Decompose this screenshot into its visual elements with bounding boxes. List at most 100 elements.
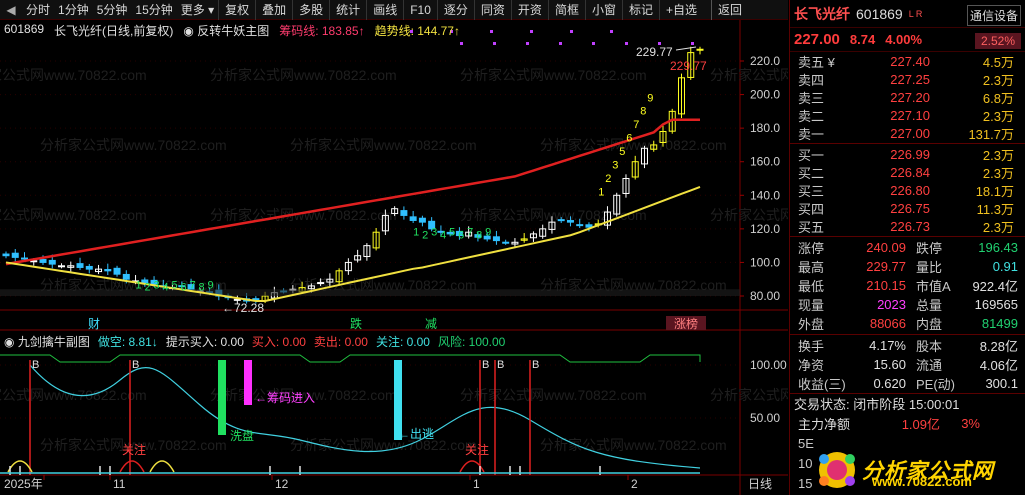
button-tongji[interactable]: 统计 bbox=[329, 0, 366, 20]
ask-label: 卖五 ¥ bbox=[798, 54, 835, 70]
signal-dot bbox=[526, 42, 529, 45]
logo-emblem-icon bbox=[819, 451, 855, 488]
ask-row[interactable]: 卖四 227.25 2.3万 bbox=[790, 70, 1025, 88]
ask-row[interactable]: 卖三 227.20 6.8万 bbox=[790, 88, 1025, 106]
back-arrow-icon[interactable]: ◀ bbox=[0, 3, 22, 17]
button-zhufen[interactable]: 逐分 bbox=[436, 0, 474, 20]
candle-body bbox=[39, 259, 47, 263]
button-add-watch[interactable]: +自选 bbox=[658, 0, 703, 20]
indicator-icon: ◉ bbox=[183, 24, 198, 38]
sub-indicator-label: 九剑擒牛副图 bbox=[17, 335, 90, 349]
signal-dot bbox=[592, 42, 595, 45]
bid-label: 买四 bbox=[798, 201, 825, 217]
stat-value: 0.91 bbox=[992, 259, 1018, 274]
candle-body bbox=[696, 48, 704, 51]
high-annotation: 229.77 bbox=[636, 45, 673, 59]
bid-price: 226.99 bbox=[890, 146, 930, 162]
ask-row[interactable]: 卖五 ¥ 227.40 4.5万 bbox=[790, 52, 1025, 70]
bid-row[interactable]: 买一 226.99 2.3万 bbox=[790, 145, 1025, 163]
candle-body bbox=[21, 257, 29, 260]
button-huaxian[interactable]: 画线 bbox=[366, 0, 403, 20]
stat-row: 最高 229.77 量比 0.91 bbox=[790, 257, 1025, 276]
candle-body bbox=[58, 265, 66, 268]
trade-status: 交易状态: 闭市阶段 15:00:01 bbox=[790, 393, 1025, 413]
marker-zhangbang: 涨榜 bbox=[674, 316, 698, 331]
ask-list: 卖五 ¥227.40 4.5万 卖四 227.25 2.3万 卖三 227.20 6.8万 卖二… bbox=[790, 52, 1025, 142]
bid-row[interactable]: 买三 226.80 18.1万 bbox=[790, 181, 1025, 199]
short-value: 做空: 8.81↓ bbox=[97, 335, 158, 349]
buy-signal-label: B bbox=[32, 359, 39, 371]
tab-fenshi[interactable]: 分时 bbox=[22, 0, 54, 20]
stat-key: 流通 bbox=[916, 358, 943, 373]
tab-5min[interactable]: 5分钟 bbox=[93, 0, 132, 20]
indicator-name[interactable]: ◉ 反转牛妖主图 bbox=[183, 22, 269, 38]
watermark-text: 分析家公式网www.70822.com bbox=[460, 387, 647, 403]
signal-dot bbox=[530, 30, 533, 33]
quote-pct: 4.00% bbox=[885, 32, 923, 47]
bid-row[interactable]: 买二 226.84 2.3万 bbox=[790, 163, 1025, 181]
candle-body bbox=[48, 259, 56, 265]
ask-row[interactable]: 卖二 227.10 2.3万 bbox=[790, 106, 1025, 124]
ask-volume: 2.3万 bbox=[982, 108, 1014, 124]
tab-more[interactable]: 更多 ▾ bbox=[177, 0, 218, 20]
bid-list: 买一 226.99 2.3万 买二 226.84 2.3万 买三 226.80 18.1万 买四 2… bbox=[790, 145, 1025, 235]
sequence-count-label: 6 bbox=[181, 282, 187, 294]
candle-body bbox=[317, 282, 325, 285]
kline-svg[interactable]: 220.0 200.0 180.0 160.0 140.0 120.0 100.0 80.00… bbox=[0, 20, 788, 495]
watermark-text: 分析家公式网www.70822.com bbox=[210, 67, 397, 83]
candle-body bbox=[409, 216, 417, 221]
y-tick-label: 180.0 bbox=[750, 121, 780, 135]
button-fuquan[interactable]: 复权 bbox=[218, 0, 255, 20]
sequence-count-label: 1 bbox=[413, 227, 419, 239]
tab-1min[interactable]: 1分钟 bbox=[54, 0, 93, 20]
kline-chart[interactable]: 220.0 200.0 180.0 160.0 140.0 120.0 100.0 80.00… bbox=[0, 20, 788, 495]
candle-body bbox=[113, 267, 121, 275]
watermark-text: 分析家公式网www.70822.com bbox=[290, 137, 477, 153]
watermark-text: 分析家公式网www.70822.com bbox=[710, 67, 788, 83]
quote-panel: 长飞光纤 601869 L R 通信设备 227.00 8.74 4.00% 2… bbox=[789, 0, 1025, 495]
tab-more-label: 更多 bbox=[180, 2, 205, 17]
y-tick-label: 200.0 bbox=[750, 88, 780, 102]
quote-change: 8.74 bbox=[849, 32, 876, 47]
sequence-count-label: 3 bbox=[431, 227, 437, 239]
stat-key: 现量 bbox=[798, 298, 825, 313]
signal-dot bbox=[625, 42, 628, 45]
button-biaoji[interactable]: 标记 bbox=[621, 0, 659, 20]
y-tick-label: 80.00 bbox=[750, 289, 780, 303]
tab-15min[interactable]: 15分钟 bbox=[131, 0, 176, 20]
button-back[interactable]: 返回 bbox=[711, 0, 748, 20]
ask-volume: 4.5万 bbox=[982, 54, 1014, 70]
bid-row[interactable]: 买五 226.73 2.3万 bbox=[790, 217, 1025, 235]
bid-row[interactable]: 买四 226.75 11.3万 bbox=[790, 199, 1025, 217]
sequence-count-label: 8 bbox=[199, 282, 205, 294]
stats-block-2: 换手 4.17% 股本 8.28亿 净资 15.60 流通 4.06亿 收益(三) 0.620 PE… bbox=[790, 336, 1025, 393]
bid-label: 买三 bbox=[798, 183, 825, 199]
button-diejia[interactable]: 叠加 bbox=[255, 0, 292, 20]
button-duogu[interactable]: 多股 bbox=[292, 0, 329, 20]
fund-value: 1.09亿 bbox=[901, 416, 940, 432]
sub-indicator-name[interactable]: ◉ 九剑擒牛副图 bbox=[4, 333, 90, 349]
sequence-count-label: 7 bbox=[467, 227, 473, 239]
ask-row[interactable]: 卖一 227.00 131.7万 bbox=[790, 124, 1025, 142]
candle-body bbox=[418, 217, 426, 223]
button-tongzi[interactable]: 同资 bbox=[473, 0, 511, 20]
signal-hump bbox=[149, 460, 175, 473]
x-tick-label: 11 bbox=[113, 477, 126, 491]
candle-body bbox=[76, 263, 84, 268]
industry-button[interactable]: 通信设备 bbox=[966, 5, 1021, 26]
button-xiaochuang[interactable]: 小窗 bbox=[584, 0, 622, 20]
ask-price: 227.25 bbox=[890, 71, 930, 87]
stat-row: 外盘 88066 内盘 81499 bbox=[790, 314, 1025, 333]
sequence-count-label: 2 bbox=[605, 173, 611, 185]
button-kaizi[interactable]: 开资 bbox=[510, 0, 548, 20]
sell-value: 卖出: 0.00 bbox=[313, 335, 368, 349]
sequence-count-label: 9 bbox=[647, 92, 653, 104]
stat-value: 4.17% bbox=[869, 338, 906, 353]
button-f10[interactable]: F10 bbox=[403, 0, 437, 20]
ask-label: 卖一 bbox=[798, 126, 825, 142]
ask-volume: 2.3万 bbox=[982, 72, 1014, 88]
button-jiankuang[interactable]: 简框 bbox=[547, 0, 585, 20]
bid-volume: 2.3万 bbox=[982, 147, 1014, 163]
ask-label: 卖二 bbox=[798, 108, 825, 124]
top-toolbar: ◀ 分时 1分钟 5分钟 15分钟 更多 ▾ 复权 叠加 多股 统计 画线 F1… bbox=[0, 0, 788, 20]
